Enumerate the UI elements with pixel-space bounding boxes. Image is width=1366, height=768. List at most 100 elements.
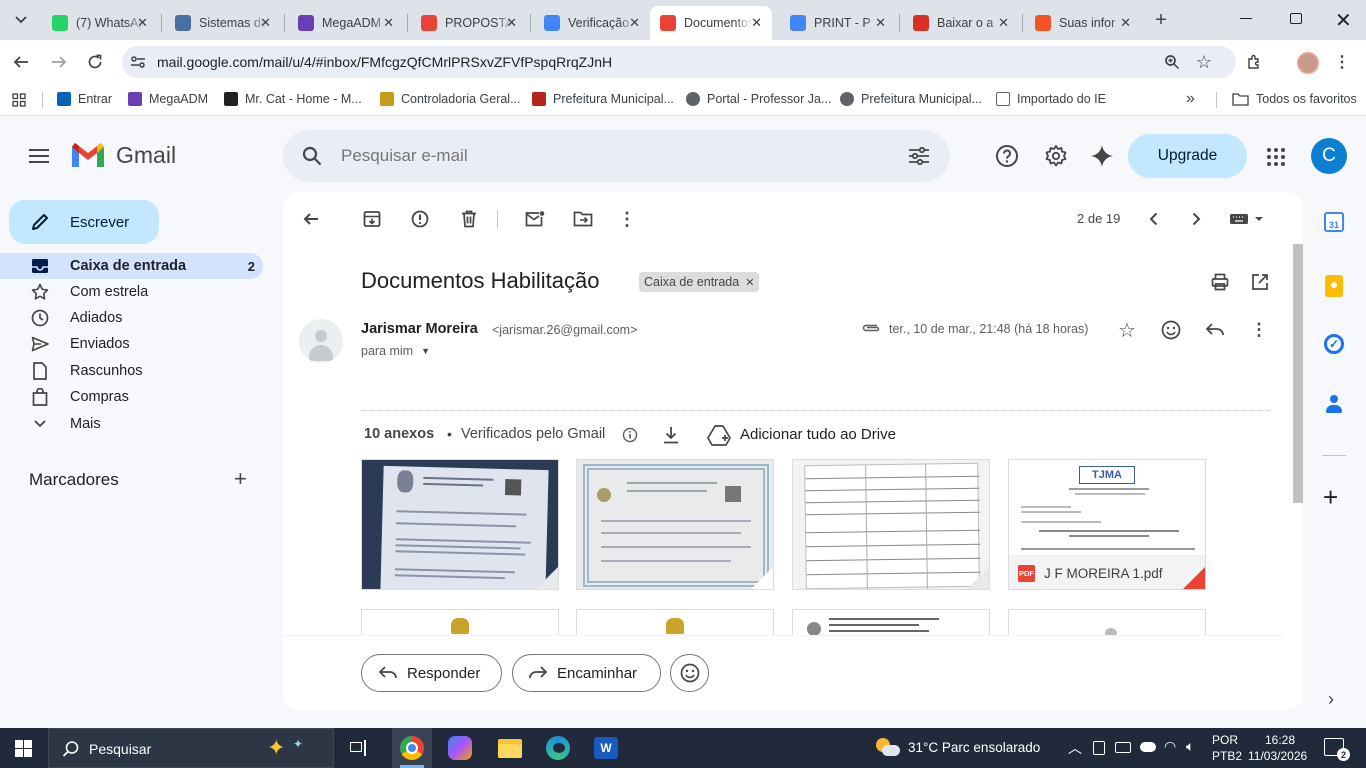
browser-tab[interactable]: Sistemas de Controle✕: [165, 6, 281, 40]
info-icon[interactable]: [621, 426, 639, 444]
attachment-pdf-card[interactable]: TJMA PDF J F MOREIRA 1.pdf: [1008, 459, 1206, 590]
show-hidden-icons-icon[interactable]: ︿: [1068, 738, 1082, 758]
new-tab-button[interactable]: +: [1150, 8, 1172, 32]
recipient-line[interactable]: para mim ▼: [361, 344, 430, 358]
add-to-drive-label[interactable]: Adicionar tudo ao Drive: [740, 426, 896, 443]
volume-icon[interactable]: 🔈︎: [1186, 738, 1194, 755]
details-chevron-icon[interactable]: ▼: [421, 346, 430, 356]
weather-text[interactable]: 31°C Parc ensolarado: [908, 740, 1040, 755]
more-actions-icon[interactable]: ⋮: [616, 208, 638, 230]
bookmark-star-icon[interactable]: ☆: [1194, 52, 1214, 72]
back-icon[interactable]: [10, 52, 32, 72]
settings-gear-icon[interactable]: [1043, 143, 1069, 169]
search-icon[interactable]: [299, 143, 325, 169]
bookmark-item[interactable]: Controladoria Geral...: [380, 92, 521, 106]
forward-button[interactable]: Encaminhar: [512, 654, 661, 692]
attachment-thumbnail[interactable]: [576, 609, 774, 636]
copilot-taskbar-icon[interactable]: [448, 736, 472, 760]
nav-item[interactable]: Enviados: [0, 331, 263, 357]
tab-close-icon[interactable]: ✕: [751, 15, 762, 31]
browser-tab[interactable]: MegaADM ✕: [288, 6, 404, 40]
taskbar-search-box[interactable]: Pesquisar ✦ ✦: [48, 728, 334, 768]
tab-search-button[interactable]: [8, 8, 34, 32]
browser-tab[interactable]: Documentos ✕: [650, 6, 772, 40]
chrome-taskbar-icon[interactable]: [392, 728, 432, 768]
browser-tab[interactable]: Baixar o a ✕: [903, 6, 1019, 40]
compose-button[interactable]: Escrever: [9, 200, 159, 244]
bookmark-item[interactable]: MegaADM: [128, 92, 208, 106]
pdf-name-bar[interactable]: PDF J F MOREIRA 1.pdf: [1009, 555, 1205, 589]
add-to-drive-icon[interactable]: [706, 423, 732, 447]
open-new-window-icon[interactable]: [1249, 271, 1271, 293]
mark-unread-icon[interactable]: [524, 208, 546, 230]
emoji-reaction-button[interactable]: [670, 654, 709, 692]
tab-close-icon[interactable]: ✕: [383, 15, 394, 31]
weather-icon[interactable]: [874, 738, 900, 758]
report-spam-icon[interactable]: [409, 208, 431, 230]
tab-close-icon[interactable]: ✕: [260, 15, 271, 31]
gmail-logo[interactable]: Gmail: [70, 141, 176, 169]
attachment-thumbnail[interactable]: [792, 459, 990, 590]
upgrade-button[interactable]: Upgrade: [1128, 134, 1247, 178]
task-view-icon[interactable]: [350, 740, 368, 756]
windows-start-icon[interactable]: [15, 740, 33, 757]
expand-side-panel-icon[interactable]: ›: [1328, 689, 1334, 710]
url-text[interactable]: mail.google.com/mail/u/4/#inbox/FMfcgzQf…: [157, 54, 612, 70]
add-label-button[interactable]: +: [234, 466, 247, 492]
tab-close-icon[interactable]: ✕: [629, 15, 640, 31]
all-bookmarks-folder[interactable]: Todos os favoritos: [1232, 92, 1357, 106]
tab-close-icon[interactable]: ✕: [998, 15, 1009, 31]
tray-battery-icon[interactable]: [1115, 742, 1131, 753]
extensions-icon[interactable]: [1243, 52, 1265, 72]
tab-close-icon[interactable]: ✕: [137, 15, 148, 31]
edge-taskbar-icon[interactable]: [546, 736, 570, 760]
star-message-icon[interactable]: ☆: [1116, 319, 1138, 342]
attachment-thumbnail[interactable]: [576, 459, 774, 590]
reply-button[interactable]: Responder: [361, 654, 502, 692]
message-more-icon[interactable]: ⋮: [1248, 319, 1270, 341]
attachment-thumbnail[interactable]: [361, 459, 559, 590]
reply-icon[interactable]: [1204, 319, 1226, 341]
close-window-button[interactable]: ✕: [1335, 8, 1352, 33]
tab-close-icon[interactable]: ✕: [506, 15, 517, 31]
tray-cloud-icon[interactable]: [1140, 742, 1156, 752]
older-icon[interactable]: [1186, 208, 1206, 230]
search-options-icon[interactable]: [905, 143, 933, 169]
help-icon[interactable]: [994, 143, 1020, 169]
chrome-menu-icon[interactable]: ⋮: [1334, 52, 1350, 72]
more-bookmarks-button[interactable]: »: [1186, 90, 1195, 108]
minimize-button[interactable]: [1240, 18, 1252, 19]
bookmark-item[interactable]: Entrar: [57, 92, 112, 106]
file-explorer-taskbar-icon[interactable]: [498, 739, 522, 758]
sender-avatar[interactable]: [299, 319, 343, 363]
omnibox[interactable]: mail.google.com/mail/u/4/#inbox/FMfcgzQf…: [122, 46, 1236, 78]
remove-label-icon[interactable]: ✕: [745, 276, 754, 289]
sender-name[interactable]: Jarismar Moreira: [361, 321, 478, 337]
input-tools-icon[interactable]: [1225, 208, 1269, 230]
gemini-sparkle-icon[interactable]: [1089, 143, 1115, 169]
bookmark-item[interactable]: Mr. Cat - Home - M...: [224, 92, 362, 106]
nav-item[interactable]: Com estrela: [0, 279, 263, 305]
clock-time[interactable]: 16:28: [1265, 733, 1295, 747]
calendar-icon[interactable]: 31: [1324, 212, 1344, 232]
zoom-icon[interactable]: [1162, 52, 1182, 72]
add-reaction-icon[interactable]: [1160, 319, 1182, 341]
get-addons-icon[interactable]: +: [1323, 484, 1338, 510]
reload-icon[interactable]: [84, 52, 106, 72]
attachment-thumbnail[interactable]: [792, 609, 990, 636]
main-menu-icon[interactable]: [28, 145, 50, 167]
download-all-icon[interactable]: [660, 424, 682, 446]
notification-center-icon[interactable]: 2: [1324, 738, 1350, 761]
nav-item[interactable]: Mais: [0, 411, 263, 437]
clock-date[interactable]: 11/03/2026: [1248, 749, 1307, 763]
browser-tab[interactable]: (7) WhatsApp✕: [42, 6, 158, 40]
bookmark-item[interactable]: Importado do IE: [996, 92, 1106, 106]
profile-avatar[interactable]: [1297, 52, 1319, 74]
back-to-inbox-icon[interactable]: [300, 208, 322, 230]
tasks-icon[interactable]: ✓: [1324, 334, 1344, 354]
word-taskbar-icon[interactable]: W: [594, 737, 618, 759]
browser-tab[interactable]: Suas infor ✕: [1025, 6, 1141, 40]
browser-tab[interactable]: PRINT - P ✕: [780, 6, 896, 40]
keep-icon[interactable]: [1325, 275, 1343, 297]
site-info-icon[interactable]: [128, 52, 148, 72]
